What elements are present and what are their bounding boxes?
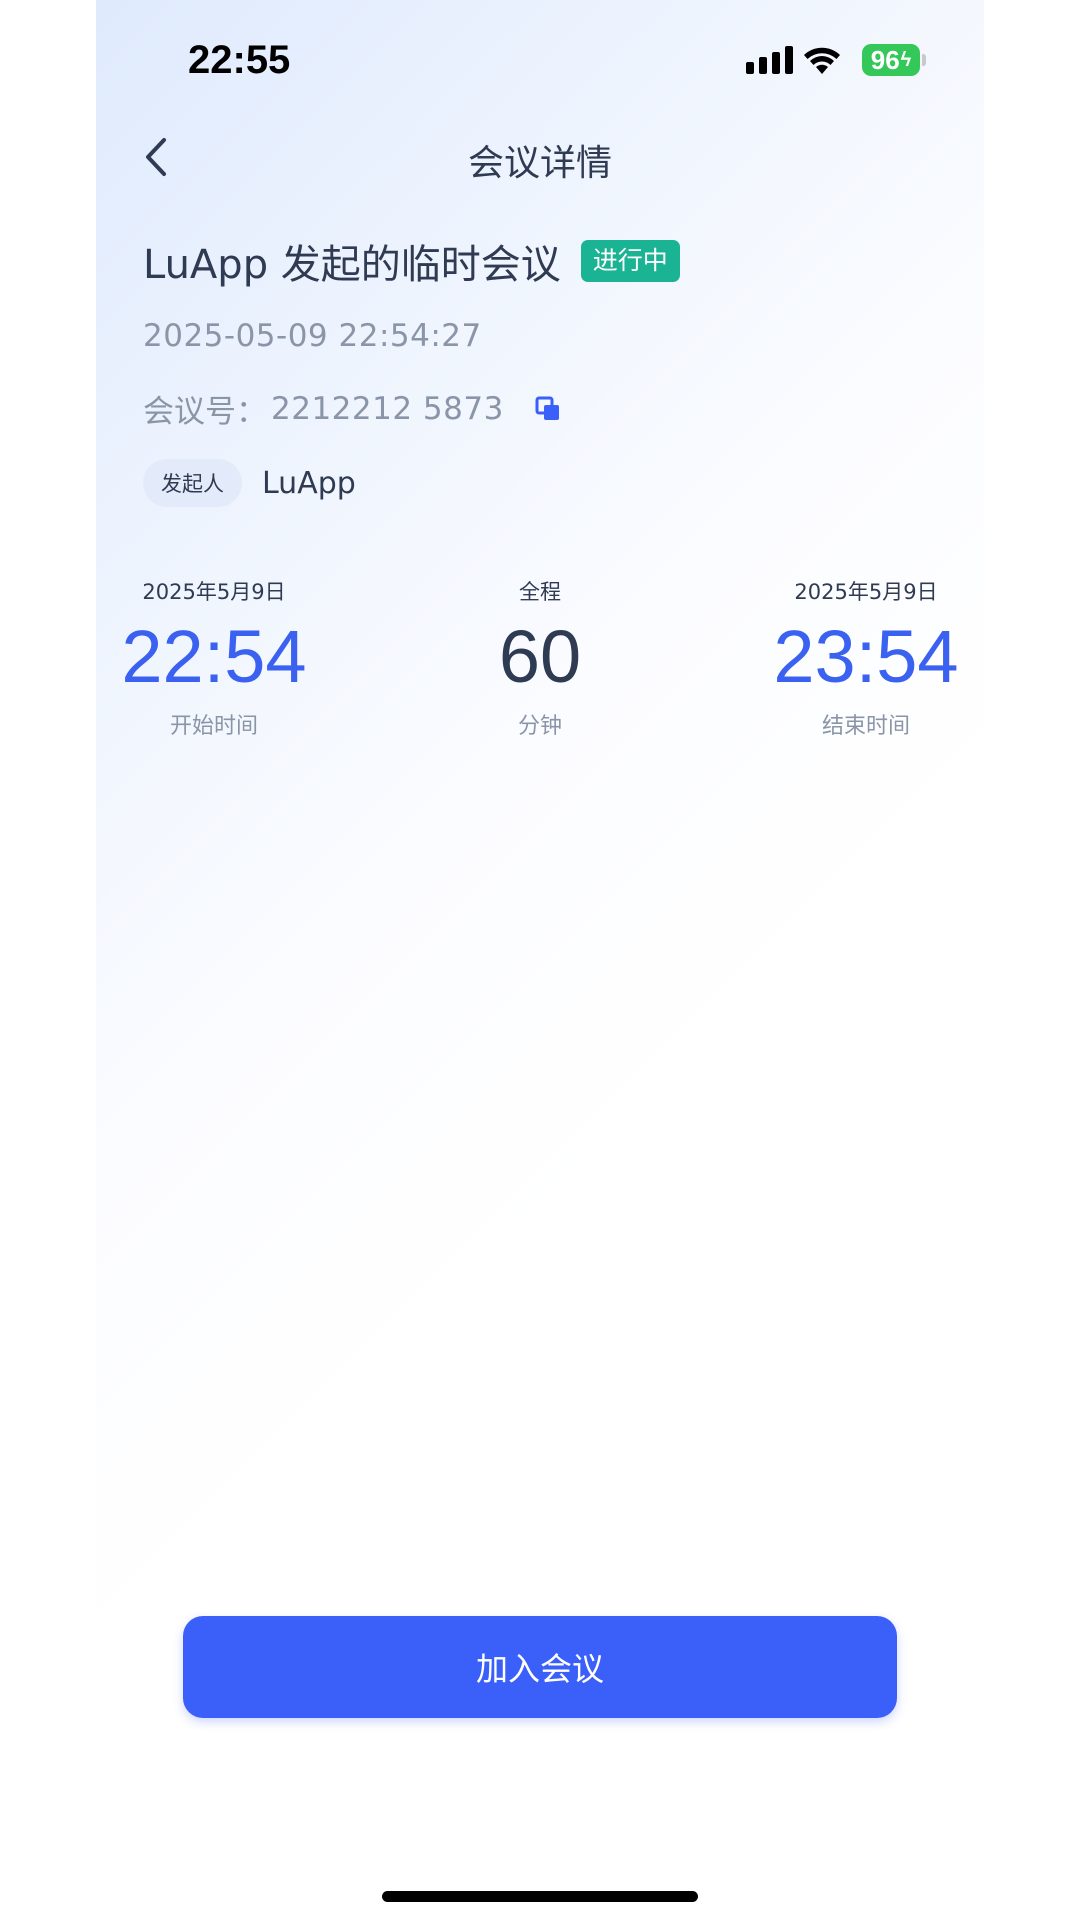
battery-indicator: 96 ϟ: [862, 44, 920, 76]
duration-label: 全程: [519, 580, 561, 604]
meeting-title-row: LuApp 发起的临时会议 进行中: [143, 232, 680, 290]
page-title: 会议详情: [467, 143, 612, 184]
meeting-title: LuApp 发起的临时会议: [143, 242, 561, 288]
start-time-block: 2025年5月9日 22:54 开始时间: [84, 576, 344, 740]
charging-bolt-icon: ϟ: [900, 48, 912, 71]
meeting-id-label: 会议号：: [143, 394, 267, 430]
host-row: 发起人 LuApp: [143, 459, 356, 507]
cellular-signal-icon: [746, 46, 793, 74]
end-time-block: 2025年5月9日 23:54 结束时间: [736, 576, 996, 740]
meeting-id-row: 会议号： 2212212 5873: [143, 386, 562, 431]
end-date: 2025年5月9日: [794, 580, 938, 604]
left-gutter: [0, 0, 96, 1920]
duration-unit: 分钟: [517, 714, 562, 739]
battery-level: 96: [870, 44, 900, 75]
home-indicator[interactable]: [382, 1891, 698, 1902]
status-time: 22:55: [188, 38, 291, 82]
right-gutter: [984, 0, 1080, 1920]
host-name: LuApp: [262, 465, 356, 501]
duration-block: 全程 60 分钟: [410, 576, 670, 740]
phone-screen: 22:55 96 ϟ 会议详情 LuApp 发起的临时会议 进行中 2025-05…: [96, 0, 984, 1920]
wifi-icon: [804, 47, 840, 74]
join-meeting-button[interactable]: 加入会议: [183, 1616, 897, 1718]
duration-value: 60: [498, 615, 582, 698]
meeting-datetime: 2025-05-09 22:54:27: [143, 318, 482, 354]
meeting-id-value: 2212212 5873: [271, 390, 504, 427]
start-time: 22:54: [121, 615, 307, 698]
status-badge: 进行中: [580, 240, 680, 282]
battery-tip: [922, 54, 926, 66]
start-date: 2025年5月9日: [142, 580, 286, 604]
start-time-caption: 开始时间: [169, 714, 258, 739]
end-time: 23:54: [773, 615, 959, 698]
copy-icon[interactable]: [534, 395, 562, 423]
host-tag: 发起人: [143, 459, 242, 507]
end-time-caption: 结束时间: [821, 714, 910, 739]
